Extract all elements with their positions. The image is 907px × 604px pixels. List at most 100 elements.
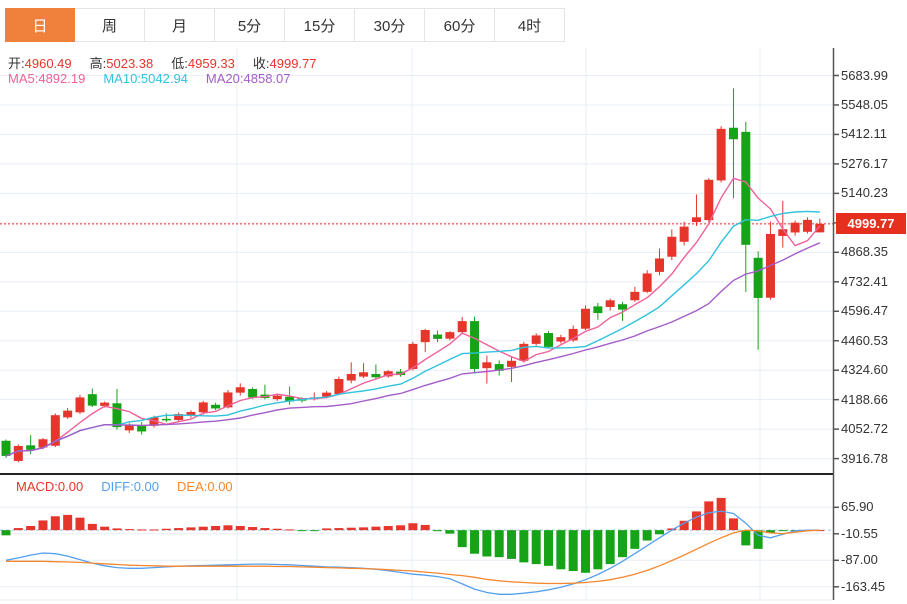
candle[interactable] [507, 360, 517, 367]
candle[interactable] [457, 321, 467, 333]
macd-bar[interactable] [260, 528, 270, 531]
macd-bar[interactable] [322, 528, 332, 531]
candlestick-chart[interactable] [0, 0, 907, 604]
candle[interactable] [741, 131, 751, 245]
macd-bar[interactable] [494, 530, 504, 558]
candle[interactable] [445, 332, 455, 339]
macd-bar[interactable] [137, 529, 147, 531]
macd-bar[interactable] [248, 527, 258, 531]
macd-bar[interactable] [211, 525, 221, 531]
macd-bar[interactable] [26, 525, 36, 531]
candle[interactable] [1, 440, 11, 456]
macd-bar[interactable] [100, 526, 110, 531]
macd-bar[interactable] [618, 530, 627, 558]
macd-bar[interactable] [309, 530, 319, 532]
candle[interactable] [161, 418, 171, 421]
candle[interactable] [137, 425, 147, 432]
macd-bar[interactable] [1, 530, 11, 536]
candle[interactable] [75, 397, 85, 413]
candle[interactable] [654, 258, 664, 272]
macd-bar[interactable] [581, 530, 591, 573]
candle[interactable] [581, 308, 591, 329]
macd-bar[interactable] [161, 528, 171, 531]
candle[interactable] [359, 372, 369, 377]
macd-bar[interactable] [654, 530, 664, 535]
candle[interactable] [679, 226, 689, 242]
macd-bar[interactable] [470, 530, 480, 554]
macd-bar[interactable] [691, 511, 701, 531]
candle[interactable] [667, 236, 677, 257]
macd-bar[interactable] [297, 530, 307, 532]
candle[interactable] [272, 395, 282, 400]
macd-bar[interactable] [433, 530, 443, 532]
candle[interactable] [235, 387, 245, 393]
candle[interactable] [334, 378, 344, 394]
candle[interactable] [642, 273, 652, 292]
macd-bar[interactable] [112, 528, 122, 531]
candle[interactable] [13, 445, 23, 461]
macd-bar[interactable] [235, 525, 245, 531]
macd-bar[interactable] [544, 530, 554, 566]
candle[interactable] [753, 257, 763, 298]
macd-bar[interactable] [285, 529, 295, 531]
macd-bar[interactable] [346, 527, 356, 531]
macd-bar[interactable] [87, 523, 97, 531]
macd-bar[interactable] [408, 523, 418, 531]
candle[interactable] [531, 335, 541, 344]
macd-bar[interactable] [728, 518, 738, 531]
candle[interactable] [691, 217, 701, 223]
macd-bar[interactable] [457, 530, 467, 548]
macd-bar[interactable] [223, 525, 233, 531]
candle[interactable] [124, 425, 134, 431]
candle[interactable] [802, 219, 812, 232]
macd-bar[interactable] [642, 530, 652, 541]
macd-bar[interactable] [75, 517, 85, 531]
candle[interactable] [433, 334, 443, 339]
macd-bar[interactable] [396, 525, 406, 531]
macd-bar[interactable] [704, 501, 714, 531]
candle[interactable] [100, 402, 110, 406]
macd-bar[interactable] [334, 528, 344, 531]
macd-bar[interactable] [445, 530, 455, 534]
macd-bar[interactable] [38, 520, 48, 531]
candle[interactable] [63, 410, 73, 418]
candle[interactable] [420, 330, 430, 343]
macd-bar[interactable] [186, 527, 196, 531]
macd-bar[interactable] [556, 530, 566, 570]
macd-bar[interactable] [420, 524, 430, 531]
candle[interactable] [87, 394, 97, 406]
candle[interactable] [605, 300, 615, 308]
macd-bar[interactable] [630, 530, 640, 549]
candle[interactable] [593, 306, 603, 314]
macd-bar[interactable] [716, 497, 726, 531]
candle[interactable] [790, 222, 800, 233]
candle[interactable] [211, 404, 221, 409]
candle[interactable] [248, 388, 258, 398]
candle[interactable] [544, 333, 554, 347]
macd-bar[interactable] [124, 529, 134, 531]
macd-bar[interactable] [272, 528, 282, 531]
macd-bar[interactable] [50, 516, 60, 531]
macd-bar[interactable] [482, 530, 492, 557]
candle[interactable] [728, 127, 738, 140]
macd-bar[interactable] [507, 530, 517, 559]
macd-bar[interactable] [741, 530, 751, 546]
macd-bar[interactable] [198, 526, 208, 531]
candle[interactable] [470, 321, 480, 370]
candle[interactable] [716, 128, 726, 181]
macd-bar[interactable] [13, 528, 23, 531]
macd-bar[interactable] [605, 530, 615, 565]
candle[interactable] [346, 374, 356, 381]
macd-bar[interactable] [568, 530, 578, 572]
candle[interactable] [556, 337, 566, 342]
macd-bar[interactable] [149, 529, 159, 531]
macd-bar[interactable] [359, 527, 369, 531]
candle[interactable] [704, 179, 714, 221]
macd-bar[interactable] [63, 514, 73, 531]
macd-bar[interactable] [174, 528, 184, 531]
macd-bar[interactable] [593, 530, 603, 570]
candle[interactable] [630, 291, 640, 301]
macd-bar[interactable] [778, 530, 788, 532]
candle[interactable] [482, 362, 492, 369]
macd-bar[interactable] [383, 525, 393, 531]
